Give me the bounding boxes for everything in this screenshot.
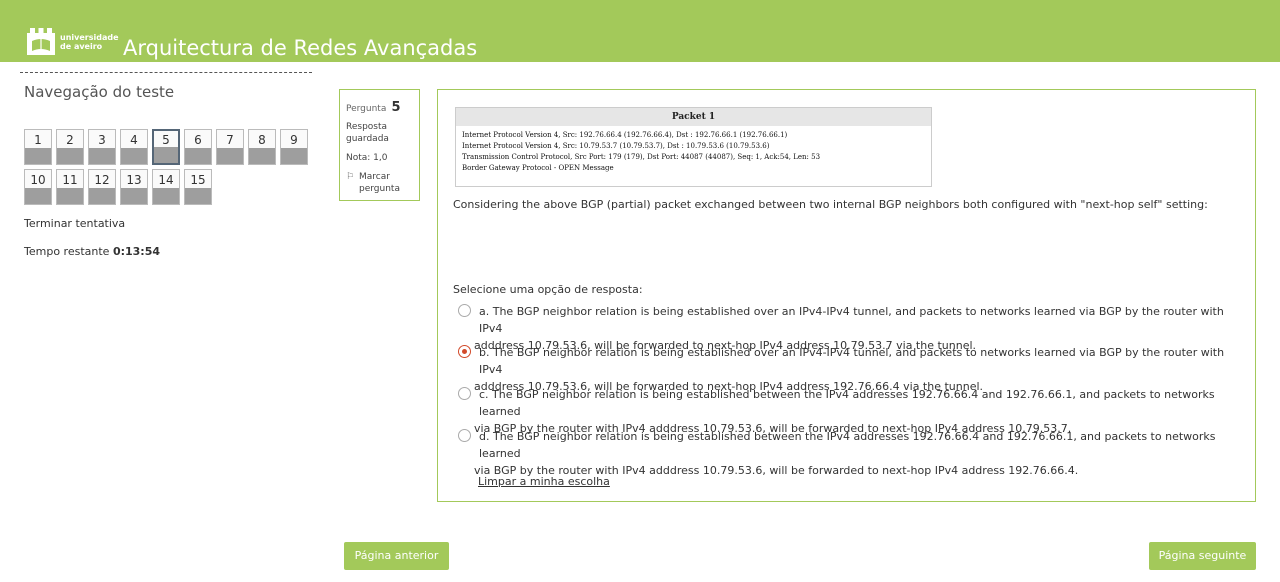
nav-question-number: 3	[98, 133, 106, 147]
question-number: 5	[391, 100, 401, 115]
nav-question-button[interactable]: 1	[24, 129, 52, 165]
nav-question-number: 15	[190, 173, 206, 187]
quiz-navigation-title: Navegação do teste	[24, 83, 175, 101]
course-title[interactable]: Arquitectura de Redes Avançadas	[123, 36, 477, 60]
nav-question-state	[249, 148, 275, 164]
radio-option-b[interactable]	[458, 345, 471, 358]
nav-question-button[interactable]: 9	[280, 129, 308, 165]
nav-question-state	[57, 148, 83, 164]
clear-choice-link[interactable]: Limpar a minha escolha	[478, 475, 610, 488]
nav-question-number: 7	[226, 133, 234, 147]
nav-question-state	[153, 188, 179, 204]
university-logo-text: universidade de aveiro	[60, 33, 119, 51]
nav-question-button[interactable]: 4	[120, 129, 148, 165]
packet-line: Internet Protocol Version 4, Src: 10.79.…	[462, 142, 770, 150]
option-d-text-line1: d. The BGP neighbor relation is being es…	[479, 430, 1216, 460]
time-remaining: Tempo restante 0:13:54	[24, 245, 160, 258]
packet-line: Internet Protocol Version 4, Src: 192.76…	[462, 131, 788, 139]
flag-label-line2: pergunta	[359, 184, 400, 194]
nav-question-button[interactable]: 14	[152, 169, 180, 205]
question-number-label: Pergunta	[346, 104, 387, 114]
university-logo[interactable]: universidade de aveiro	[26, 27, 119, 57]
question-state-line2: guardada	[346, 134, 389, 144]
nav-question-button[interactable]: 11	[56, 169, 84, 205]
radio-option-c[interactable]	[458, 387, 471, 400]
nav-question-button[interactable]: 8	[248, 129, 276, 165]
nav-question-state	[25, 188, 51, 204]
nav-question-state	[25, 148, 51, 164]
question-state-line1: Resposta	[346, 122, 388, 132]
nav-question-state	[281, 148, 307, 164]
nav-question-button[interactable]: 12	[88, 169, 116, 205]
nav-question-state	[89, 148, 115, 164]
option-c-text-line1: c. The BGP neighbor relation is being es…	[479, 388, 1215, 418]
question-content-box: Packet 1 Internet Protocol Version 4, Sr…	[437, 89, 1256, 502]
packet-capture-image: Packet 1 Internet Protocol Version 4, Sr…	[455, 107, 932, 187]
nav-question-number: 8	[258, 133, 266, 147]
timer-label: Tempo restante	[24, 245, 110, 258]
nav-question-number: 11	[62, 173, 78, 187]
nav-divider	[20, 72, 312, 73]
nav-question-button[interactable]: 15	[184, 169, 212, 205]
radio-option-a[interactable]	[458, 304, 471, 317]
question-text: Considering the above BGP (partial) pack…	[453, 198, 1208, 211]
nav-question-state	[185, 148, 211, 164]
site-header: universidade de aveiro Arquitectura de R…	[0, 0, 1280, 62]
nav-question-number: 9	[290, 133, 298, 147]
nav-question-state	[121, 188, 147, 204]
flag-label-line1: Marcar	[359, 172, 390, 182]
nav-question-number: 6	[194, 133, 202, 147]
nav-question-number: 10	[30, 173, 46, 187]
nav-question-button[interactable]: 7	[216, 129, 244, 165]
radio-option-d[interactable]	[458, 429, 471, 442]
next-page-button[interactable]: Página seguinte	[1149, 542, 1256, 570]
answer-prompt: Selecione uma opção de resposta:	[453, 283, 643, 296]
nav-question-button[interactable]: 6	[184, 129, 212, 165]
question-grade: Nota: 1,0	[346, 153, 388, 163]
nav-question-state	[185, 188, 211, 204]
flag-question-button[interactable]: ⚐ Marcar pergunta	[346, 171, 413, 195]
option-b-text-line1: b. The BGP neighbor relation is being es…	[479, 346, 1225, 376]
packet-details: Internet Protocol Version 4, Src: 192.76…	[456, 126, 931, 178]
university-logo-icon	[27, 28, 55, 55]
nav-question-button[interactable]: 10	[24, 169, 52, 205]
nav-question-button[interactable]: 2	[56, 129, 84, 165]
packet-line: Border Gateway Protocol - OPEN Message	[462, 164, 614, 172]
nav-question-number: 1	[34, 133, 42, 147]
logo-text-line1: universidade	[60, 33, 119, 42]
nav-question-state	[89, 188, 115, 204]
packet-line: Transmission Control Protocol, Src Port:…	[462, 153, 821, 161]
finish-attempt-link[interactable]: Terminar tentativa	[24, 217, 125, 230]
nav-question-button[interactable]: 3	[88, 129, 116, 165]
nav-question-state	[121, 148, 147, 164]
timer-value: 0:13:54	[112, 245, 161, 258]
answer-option-d[interactable]: d. The BGP neighbor relation is being es…	[458, 428, 1248, 479]
nav-question-state	[57, 188, 83, 204]
question-info-panel: Pergunta 5 Resposta guardada Nota: 1,0 ⚐…	[339, 89, 420, 201]
packet-title: Packet 1	[456, 108, 931, 126]
logo-text-line2: de aveiro	[60, 42, 103, 51]
nav-question-number: 12	[94, 173, 110, 187]
previous-page-button[interactable]: Página anterior	[344, 542, 449, 570]
nav-question-number: 2	[66, 133, 74, 147]
question-state: Resposta guardada	[346, 121, 413, 145]
option-a-text-line1: a. The BGP neighbor relation is being es…	[479, 305, 1224, 335]
nav-question-number: 13	[126, 173, 142, 187]
flag-icon: ⚐	[346, 172, 355, 182]
nav-question-number: 14	[158, 173, 174, 187]
nav-question-state	[217, 148, 243, 164]
nav-question-number: 4	[130, 133, 138, 147]
nav-question-button[interactable]: 5	[152, 129, 180, 165]
nav-question-state	[154, 147, 178, 163]
nav-question-button[interactable]: 13	[120, 169, 148, 205]
